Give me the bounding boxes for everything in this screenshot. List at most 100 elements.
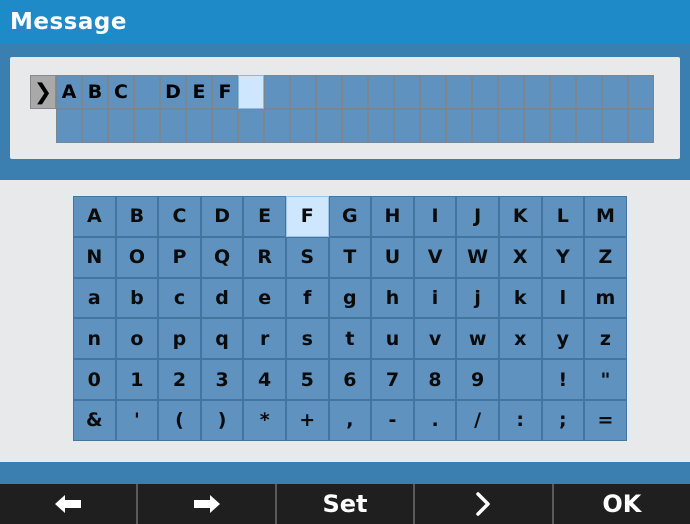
message-cell[interactable] bbox=[394, 109, 420, 143]
key[interactable]: + bbox=[285, 399, 329, 441]
message-cell[interactable] bbox=[394, 75, 420, 109]
key[interactable]: G bbox=[328, 196, 372, 237]
key[interactable]: j bbox=[456, 277, 499, 319]
message-cell[interactable]: F bbox=[212, 75, 238, 109]
key[interactable]: ; bbox=[541, 399, 585, 441]
message-cell[interactable] bbox=[524, 75, 550, 109]
message-cell[interactable] bbox=[160, 109, 186, 143]
message-cell[interactable] bbox=[238, 109, 264, 143]
key[interactable]: ) bbox=[200, 399, 244, 441]
key[interactable]: s bbox=[285, 318, 329, 360]
message-cell[interactable] bbox=[186, 109, 212, 143]
key[interactable]: D bbox=[200, 196, 244, 237]
key[interactable]: z bbox=[584, 318, 627, 360]
key[interactable]: u bbox=[371, 318, 414, 360]
message-cell[interactable] bbox=[290, 109, 316, 143]
key[interactable]: ' bbox=[115, 399, 159, 441]
key[interactable]: a bbox=[73, 277, 116, 319]
message-cell[interactable] bbox=[420, 75, 446, 109]
key[interactable]: Q bbox=[200, 236, 244, 278]
key[interactable]: w bbox=[456, 318, 499, 360]
key[interactable]: " bbox=[584, 359, 627, 400]
message-cell[interactable] bbox=[264, 75, 290, 109]
key[interactable]: 1 bbox=[115, 359, 159, 400]
key[interactable]: K bbox=[498, 196, 542, 237]
key[interactable]: ! bbox=[541, 359, 585, 400]
key[interactable]: M bbox=[584, 196, 627, 237]
move-left-button[interactable] bbox=[0, 484, 137, 524]
message-cell[interactable]: B bbox=[82, 75, 108, 109]
key[interactable]: R bbox=[243, 236, 286, 278]
key[interactable]: B bbox=[115, 196, 159, 237]
key[interactable]: 6 bbox=[328, 359, 372, 400]
key[interactable]: k bbox=[498, 277, 542, 319]
message-cell[interactable]: A bbox=[56, 75, 82, 109]
key[interactable]: i bbox=[413, 277, 457, 319]
key[interactable]: C bbox=[158, 196, 201, 237]
key[interactable]: 4 bbox=[243, 359, 286, 400]
key[interactable]: & bbox=[73, 399, 116, 441]
message-cell[interactable] bbox=[82, 109, 108, 143]
set-button[interactable]: Set bbox=[274, 484, 414, 524]
key[interactable]: y bbox=[541, 318, 585, 360]
message-cell[interactable]: D bbox=[160, 75, 186, 109]
message-cell[interactable] bbox=[602, 75, 628, 109]
message-cell[interactable] bbox=[316, 75, 342, 109]
key[interactable]: A bbox=[73, 196, 116, 237]
key[interactable]: T bbox=[328, 236, 372, 278]
key[interactable]: Z bbox=[584, 236, 627, 278]
key[interactable]: 5 bbox=[285, 359, 329, 400]
message-cell[interactable] bbox=[550, 109, 576, 143]
message-cell[interactable] bbox=[628, 109, 654, 143]
key[interactable]: e bbox=[243, 277, 286, 319]
message-cell[interactable] bbox=[628, 75, 654, 109]
key[interactable]: n bbox=[73, 318, 116, 360]
key[interactable]: c bbox=[158, 277, 201, 319]
key[interactable]: o bbox=[115, 318, 159, 360]
key[interactable]: X bbox=[498, 236, 542, 278]
message-cell[interactable] bbox=[550, 75, 576, 109]
key[interactable]: S bbox=[285, 236, 329, 278]
key[interactable]: W bbox=[456, 236, 499, 278]
message-cell[interactable] bbox=[56, 109, 82, 143]
key[interactable]: g bbox=[328, 277, 372, 319]
key[interactable]: . bbox=[413, 399, 457, 441]
key[interactable]: P bbox=[158, 236, 201, 278]
message-cell[interactable] bbox=[498, 109, 524, 143]
message-cell[interactable] bbox=[212, 109, 238, 143]
key[interactable]: b bbox=[115, 277, 159, 319]
message-cell[interactable] bbox=[472, 75, 498, 109]
message-cell[interactable] bbox=[446, 109, 472, 143]
key[interactable]: - bbox=[371, 399, 414, 441]
key[interactable]: q bbox=[200, 318, 244, 360]
key[interactable]: H bbox=[371, 196, 414, 237]
message-cell[interactable] bbox=[368, 75, 394, 109]
key[interactable]: v bbox=[413, 318, 457, 360]
message-cell[interactable] bbox=[368, 109, 394, 143]
message-cell[interactable] bbox=[316, 109, 342, 143]
move-right-button[interactable] bbox=[136, 484, 275, 524]
message-cell[interactable] bbox=[420, 109, 446, 143]
key[interactable]: l bbox=[541, 277, 585, 319]
key[interactable]: 9 bbox=[456, 359, 499, 400]
key[interactable]: I bbox=[413, 196, 457, 237]
key[interactable]: , bbox=[328, 399, 372, 441]
key[interactable] bbox=[498, 359, 542, 400]
key[interactable]: U bbox=[371, 236, 414, 278]
message-cell[interactable] bbox=[264, 109, 290, 143]
key[interactable]: x bbox=[498, 318, 542, 360]
message-cell-active[interactable] bbox=[238, 75, 264, 109]
key[interactable]: N bbox=[73, 236, 116, 278]
message-cell[interactable] bbox=[290, 75, 316, 109]
key[interactable]: J bbox=[456, 196, 499, 237]
key[interactable]: : bbox=[498, 399, 542, 441]
key[interactable]: r bbox=[243, 318, 286, 360]
key[interactable]: 2 bbox=[158, 359, 201, 400]
message-cell[interactable] bbox=[108, 109, 134, 143]
message-cell[interactable] bbox=[498, 75, 524, 109]
ok-button[interactable]: OK bbox=[551, 484, 690, 524]
message-cell[interactable] bbox=[602, 109, 628, 143]
key[interactable]: m bbox=[584, 277, 627, 319]
key[interactable]: * bbox=[243, 399, 286, 441]
message-cell[interactable]: C bbox=[108, 75, 134, 109]
